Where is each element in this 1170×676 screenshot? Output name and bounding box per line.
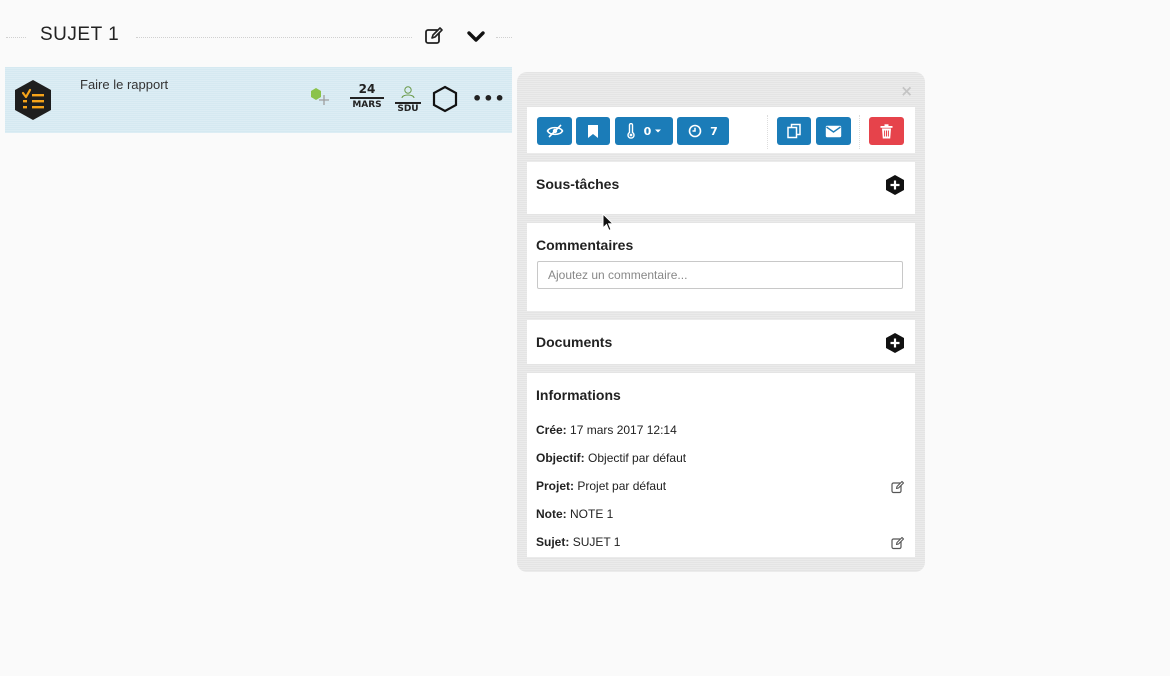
subtasks-title: Sous-tâches xyxy=(536,176,620,192)
trash-icon xyxy=(880,123,893,138)
close-panel-button[interactable]: × xyxy=(900,82,913,100)
edit-icon xyxy=(891,480,905,494)
info-label: Sujet: xyxy=(536,535,570,549)
task-detail-panel: × 0 7 Sous-tâches Commentaires Ajoutez u… xyxy=(517,72,925,572)
visibility-button[interactable] xyxy=(537,117,572,145)
comments-section: Commentaires xyxy=(527,223,915,311)
plus-hex-icon xyxy=(886,175,904,195)
info-label: Crée: xyxy=(536,423,567,437)
task-row[interactable]: Faire le rapport 24 MARS SDU ••• xyxy=(5,67,512,133)
more-options-button[interactable]: ••• xyxy=(472,89,506,108)
task-type-logo xyxy=(13,79,53,121)
chevron-down-icon xyxy=(467,31,485,42)
comments-title: Commentaires xyxy=(536,237,634,253)
info-row-project: Projet: Projet par défaut xyxy=(536,479,666,493)
subject-title: SUJET 1 xyxy=(40,24,120,45)
delete-button[interactable] xyxy=(869,117,904,145)
header-rule-left xyxy=(6,37,26,38)
edit-project-button[interactable] xyxy=(891,479,905,494)
info-row-created: Crée: 17 mars 2017 12:14 xyxy=(536,423,677,437)
due-month: MARS xyxy=(352,100,382,110)
add-subtask-button[interactable] xyxy=(885,174,905,196)
info-row-subject: Sujet: SUJET 1 xyxy=(536,535,620,549)
eye-slash-icon xyxy=(546,124,563,138)
informations-section: Informations Crée: 17 mars 2017 12:14 Ob… xyxy=(527,373,915,557)
time-count: 7 xyxy=(710,124,718,138)
info-value: Objectif par défaut xyxy=(588,451,687,465)
task-title[interactable]: Faire le rapport xyxy=(80,77,168,92)
add-tag-button[interactable] xyxy=(309,85,331,107)
copy-icon xyxy=(787,123,801,139)
due-date[interactable]: 24 MARS xyxy=(350,83,384,111)
edit-subject-info-button[interactable] xyxy=(891,535,905,550)
temperature-count: 0 xyxy=(643,124,652,138)
info-value: 17 mars 2017 12:14 xyxy=(570,423,677,437)
email-button[interactable] xyxy=(816,117,851,145)
toolbar-separator-2 xyxy=(859,115,860,149)
due-day: 24 xyxy=(350,83,384,99)
assignee[interactable]: SDU xyxy=(395,83,421,115)
header-rule-middle xyxy=(136,37,412,38)
plus-hex-icon xyxy=(886,333,904,353)
header-rule-right xyxy=(496,37,512,38)
info-row-objective: Objectif: Objectif par défaut xyxy=(536,451,686,465)
checklist-hex-icon xyxy=(15,80,51,120)
duplicate-button[interactable] xyxy=(777,117,811,145)
bookmark-button[interactable] xyxy=(576,117,610,145)
subtasks-section: Sous-tâches xyxy=(527,162,915,214)
envelope-icon xyxy=(825,125,842,137)
temperature-button[interactable]: 0 xyxy=(615,117,673,145)
info-label: Objectif: xyxy=(536,451,585,465)
caret-down-icon xyxy=(655,129,662,133)
info-value: SUJET 1 xyxy=(572,535,621,549)
info-label: Projet: xyxy=(536,479,575,493)
task-status-hexagon[interactable] xyxy=(432,85,458,113)
documents-section: Documents xyxy=(527,320,915,364)
tag-add-icon xyxy=(311,88,329,105)
add-document-button[interactable] xyxy=(885,332,905,354)
edit-subject-button[interactable] xyxy=(424,26,444,46)
panel-toolbar: 0 7 xyxy=(527,107,915,153)
thermometer-icon xyxy=(626,123,635,139)
info-label: Note: xyxy=(536,507,567,521)
mouse-cursor xyxy=(602,212,615,233)
comment-input[interactable] xyxy=(537,261,903,289)
user-icon xyxy=(401,86,415,99)
hexagon-icon xyxy=(432,85,458,113)
documents-title: Documents xyxy=(536,334,613,350)
edit-icon xyxy=(891,536,905,550)
subject-header: SUJET 1 xyxy=(0,22,512,54)
collapse-subject-button[interactable] xyxy=(465,28,487,46)
info-row-note: Note: NOTE 1 xyxy=(536,507,613,521)
edit-icon xyxy=(425,27,443,44)
info-value: NOTE 1 xyxy=(570,507,614,521)
toolbar-separator-1 xyxy=(767,115,768,149)
informations-title: Informations xyxy=(536,387,621,403)
pointer-icon xyxy=(602,212,615,232)
assignee-initials: SDU xyxy=(395,102,421,115)
clock-icon xyxy=(688,124,702,138)
bookmark-icon xyxy=(588,124,598,138)
time-button[interactable]: 7 xyxy=(677,117,729,145)
info-value: Projet par défaut xyxy=(577,479,667,493)
